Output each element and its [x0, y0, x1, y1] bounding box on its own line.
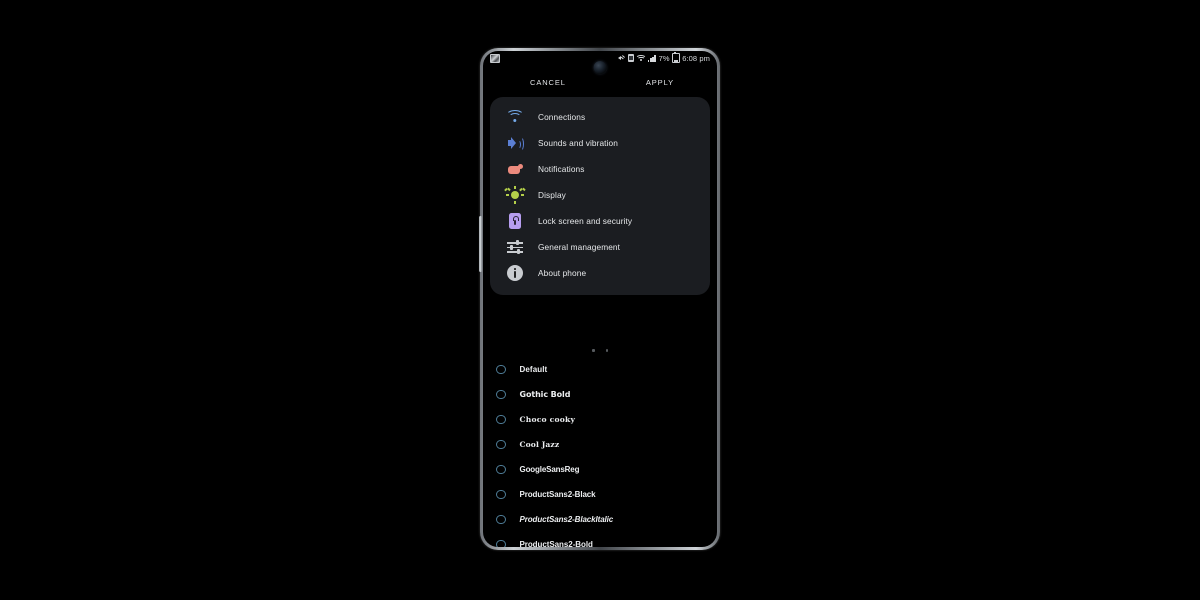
cancel-button[interactable]: CANCEL [525, 75, 571, 90]
radio-button[interactable] [496, 414, 506, 425]
settings-item-label: Notifications [538, 164, 585, 174]
font-list-item[interactable]: ProductSans2-Black [483, 482, 717, 507]
action-bar: CANCEL APPLY [483, 73, 717, 91]
speaker-icon [506, 134, 524, 152]
phone-device-frame: 7% 6:08 pm CANCEL APPLY Connections Soun… [479, 48, 720, 550]
font-name-label: Cool Jazz [519, 440, 560, 449]
signal-icon [648, 54, 656, 62]
settings-item-connections[interactable]: Connections [490, 104, 710, 130]
battery-icon [672, 51, 680, 64]
font-list-item[interactable]: Default [483, 357, 717, 382]
radio-button[interactable] [496, 539, 506, 547]
notification-bubble-icon [506, 160, 524, 178]
font-name-label: ProductSans2-Black [519, 490, 596, 499]
sliders-icon [506, 238, 524, 256]
front-camera-punch-hole [593, 61, 607, 74]
wifi-icon [506, 108, 524, 126]
settings-item-label: Lock screen and security [538, 216, 633, 226]
sun-icon [506, 186, 524, 204]
mute-icon [617, 54, 626, 62]
font-list-item[interactable]: Cool Jazz [483, 432, 717, 457]
lock-icon [506, 212, 524, 230]
status-bar-clock: 6:08 pm [682, 53, 710, 63]
radio-button[interactable] [496, 489, 506, 500]
power-button[interactable] [479, 216, 482, 272]
font-name-label: ProductSans2-Bold [519, 540, 593, 547]
radio-button[interactable] [496, 514, 506, 525]
settings-preview-panel: Connections Sounds and vibration Notific… [490, 97, 710, 295]
settings-item-label: Connections [538, 112, 586, 122]
settings-item-label: Sounds and vibration [538, 138, 618, 148]
apply-button[interactable]: APPLY [641, 75, 679, 90]
radio-button[interactable] [496, 439, 506, 450]
settings-item-display[interactable]: Display [490, 182, 710, 208]
radio-button[interactable] [496, 389, 506, 400]
status-bar-right: 7% 6:08 pm [617, 51, 710, 64]
settings-item-label: General management [538, 242, 621, 252]
settings-item-notifications[interactable]: Notifications [490, 156, 710, 182]
page-dot-1[interactable] [591, 349, 595, 352]
radio-button[interactable] [496, 364, 506, 375]
font-name-label: Gothic Bold [519, 390, 571, 399]
settings-item-sounds-and-vibration[interactable]: Sounds and vibration [490, 130, 710, 156]
settings-item-label: Display [538, 190, 566, 200]
font-name-label: GoogleSansReg [519, 465, 580, 474]
page-dot-2[interactable] [605, 349, 609, 352]
status-bar-left [490, 53, 500, 63]
phone-screen: 7% 6:08 pm CANCEL APPLY Connections Soun… [483, 51, 717, 547]
font-name-label: ProductSans2-BlackItalic [519, 515, 614, 524]
radio-button[interactable] [496, 464, 506, 475]
font-list-item[interactable]: Choco cooky [483, 407, 717, 432]
screen-canvas: 7% 6:08 pm CANCEL APPLY Connections Soun… [0, 0, 1200, 600]
font-list-item[interactable]: ProductSans2-Bold [483, 532, 717, 547]
settings-item-about-phone[interactable]: About phone [490, 260, 710, 286]
info-icon [506, 264, 524, 282]
font-name-label: Default [519, 365, 548, 374]
wifi-icon [635, 54, 647, 62]
screenshot-icon [490, 53, 500, 63]
settings-item-label: About phone [538, 268, 587, 278]
sim-card-icon [628, 54, 635, 62]
settings-item-general-management[interactable]: General management [490, 234, 710, 260]
font-name-label: Choco cooky [519, 415, 576, 424]
font-list-item[interactable]: GoogleSansReg [483, 457, 717, 482]
settings-item-lock-screen-and-security[interactable]: Lock screen and security [490, 208, 710, 234]
font-list: Default Gothic Bold Choco cooky Cool Jaz… [483, 357, 717, 547]
page-indicator[interactable] [483, 349, 717, 352]
font-list-item[interactable]: ProductSans2-BlackItalic [483, 507, 717, 532]
battery-percent-label: 7% [658, 53, 670, 63]
font-list-item[interactable]: Gothic Bold [483, 382, 717, 407]
